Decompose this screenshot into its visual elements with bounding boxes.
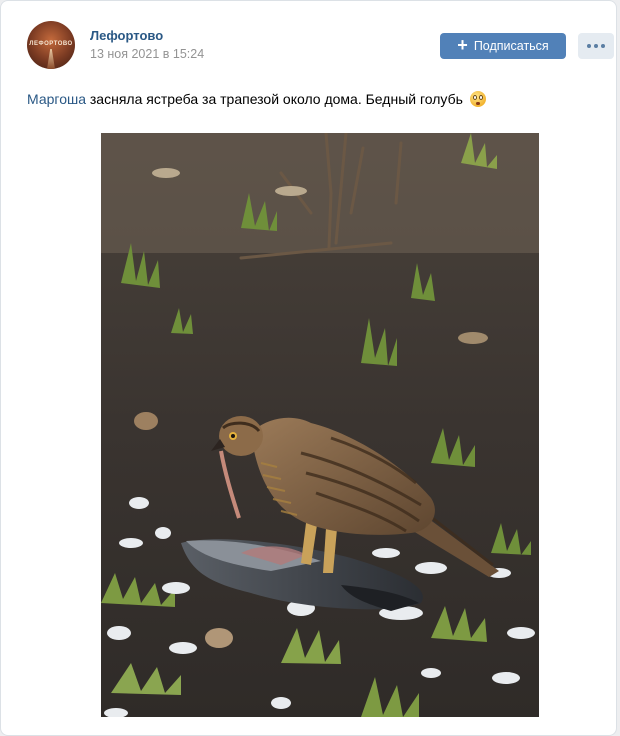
flushed-face-emoji-icon [469,91,486,107]
post-text-body: засняла ястреба за трапезой около дома. … [86,91,463,107]
subscribe-button[interactable]: + Подписаться [440,33,566,59]
more-actions-button[interactable] [578,33,614,59]
author-mention-link[interactable]: Маргоша [27,91,86,107]
more-dots-icon [587,44,605,48]
post-text: Маргоша засняла ястреба за трапезой окол… [27,90,596,109]
subscribe-label: Подписаться [473,39,549,53]
avatar-road-graphic [47,49,55,69]
group-name-link[interactable]: Лефортово [90,28,163,43]
post-card: ЛЕФОРТОВО Лефортово 13 ноя 2021 в 15:24 … [0,0,617,736]
post-photo[interactable] [101,133,539,717]
post-date-link[interactable]: 13 ноя 2021 в 15:24 [90,47,204,61]
avatar-logo-text: ЛЕФОРТОВО [29,41,73,47]
hawk-eating-pigeon-photo [101,133,539,717]
plus-icon: + [457,35,468,55]
group-avatar[interactable]: ЛЕФОРТОВО [27,21,75,69]
